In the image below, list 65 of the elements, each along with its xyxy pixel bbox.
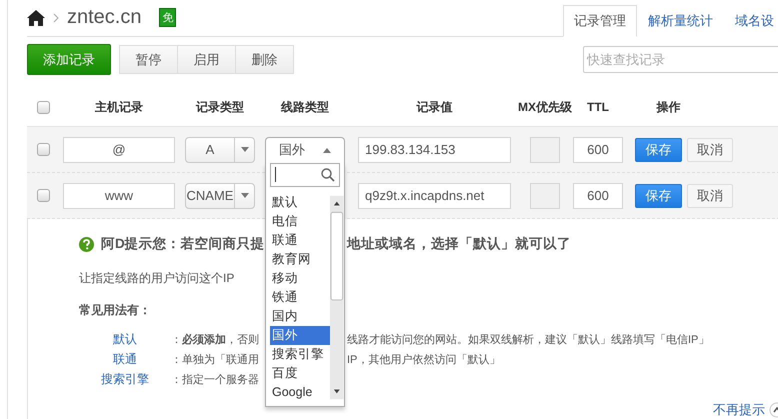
- toolbar-button[interactable]: 暂停: [119, 45, 178, 74]
- column-header: 操作: [656, 98, 680, 116]
- cancel-button[interactable]: 取消: [687, 184, 733, 208]
- dropdown-option[interactable]: 百度: [270, 364, 330, 382]
- column-header: TTL: [587, 100, 609, 114]
- dropdown-option[interactable]: 搜索引擎: [270, 344, 330, 364]
- search-field[interactable]: 快速查找记录: [583, 46, 778, 73]
- cancel-button[interactable]: 取消: [687, 138, 733, 162]
- row-checkbox[interactable]: [37, 189, 50, 202]
- dropdown-option[interactable]: 移动: [270, 268, 330, 288]
- record-value-field[interactable]: q9z9t.x.incapdns.net: [358, 182, 511, 208]
- mx-priority-field[interactable]: [530, 136, 560, 162]
- hint-title: 阿D提示您：若空间商只提: [101, 235, 265, 253]
- column-header: 主机记录: [95, 98, 143, 116]
- host-field[interactable]: @: [63, 136, 175, 162]
- usage-description: 线路才能访问您的网站。如果双线解析，建议「默认」线路填写「电信IP」: [347, 332, 710, 347]
- usage-label: 联通: [113, 351, 137, 368]
- add-record-button[interactable]: 添加记录: [27, 44, 111, 75]
- host-field[interactable]: www: [63, 182, 175, 208]
- type-select[interactable]: A: [185, 136, 255, 162]
- dropdown-option[interactable]: 国外: [270, 326, 330, 344]
- toolbar-button[interactable]: 启用: [177, 45, 236, 74]
- tab[interactable]: 记录管理: [563, 5, 637, 37]
- dropdown-option[interactable]: 国内: [270, 306, 330, 326]
- usage-description: ：必须添加，否则: [171, 332, 259, 347]
- mx-priority-field[interactable]: [530, 182, 560, 208]
- dropdown-option[interactable]: 默认: [270, 192, 330, 212]
- ttl-field[interactable]: 600: [573, 182, 623, 208]
- usage-description: ：单独为「联通用: [171, 352, 259, 367]
- dropdown-arrow-icon: [240, 193, 248, 198]
- column-header: MX优先级: [518, 98, 572, 116]
- domain-name: zntec.cn: [67, 6, 142, 29]
- dropdown-option[interactable]: 教育网: [270, 250, 330, 268]
- collapse-arrow-icon: [323, 148, 331, 152]
- column-header: 记录值: [416, 98, 452, 116]
- help-icon: [79, 236, 94, 252]
- usage-description: IP，其他用户依然访问「默认」: [347, 352, 500, 367]
- row-checkbox[interactable]: [37, 143, 50, 156]
- column-header: 线路类型: [281, 98, 329, 116]
- search-icon: [321, 168, 335, 182]
- usage-label: 搜索引擎: [101, 371, 149, 388]
- usage-label: 默认: [113, 331, 137, 348]
- save-button[interactable]: 保存: [635, 184, 682, 208]
- hint-title: 地址或域名，选择「默认」就可以了: [347, 235, 571, 253]
- dropdown-search-field[interactable]: [270, 162, 340, 186]
- select-all-checkbox[interactable]: [37, 100, 50, 114]
- type-select[interactable]: CNAME: [185, 182, 255, 208]
- dropdown-option[interactable]: 电信: [270, 212, 330, 230]
- ttl-field[interactable]: 600: [573, 136, 623, 162]
- dismiss-link[interactable]: 不再提示: [713, 401, 765, 419]
- home-icon[interactable]: [27, 10, 45, 26]
- column-header: 记录类型: [196, 98, 244, 116]
- line-select[interactable]: 国外: [265, 136, 345, 162]
- free-badge: 免: [159, 8, 176, 27]
- dropdown-option[interactable]: Google: [270, 382, 330, 402]
- dropdown-option[interactable]: 联通: [270, 230, 330, 250]
- usage-description: ：指定一个服务器: [171, 372, 259, 387]
- toolbar-button[interactable]: 删除: [235, 45, 294, 74]
- hint-text: 让指定线路的用户访问这个IP: [79, 270, 234, 287]
- chevron-icon: [53, 12, 59, 22]
- save-button[interactable]: 保存: [635, 138, 682, 162]
- dropdown-arrow-icon: [240, 147, 248, 152]
- record-value-field[interactable]: 199.83.134.153: [358, 136, 511, 162]
- usage-title: 常见用法有：: [79, 302, 151, 319]
- dropdown-option[interactable]: 铁通: [270, 288, 330, 306]
